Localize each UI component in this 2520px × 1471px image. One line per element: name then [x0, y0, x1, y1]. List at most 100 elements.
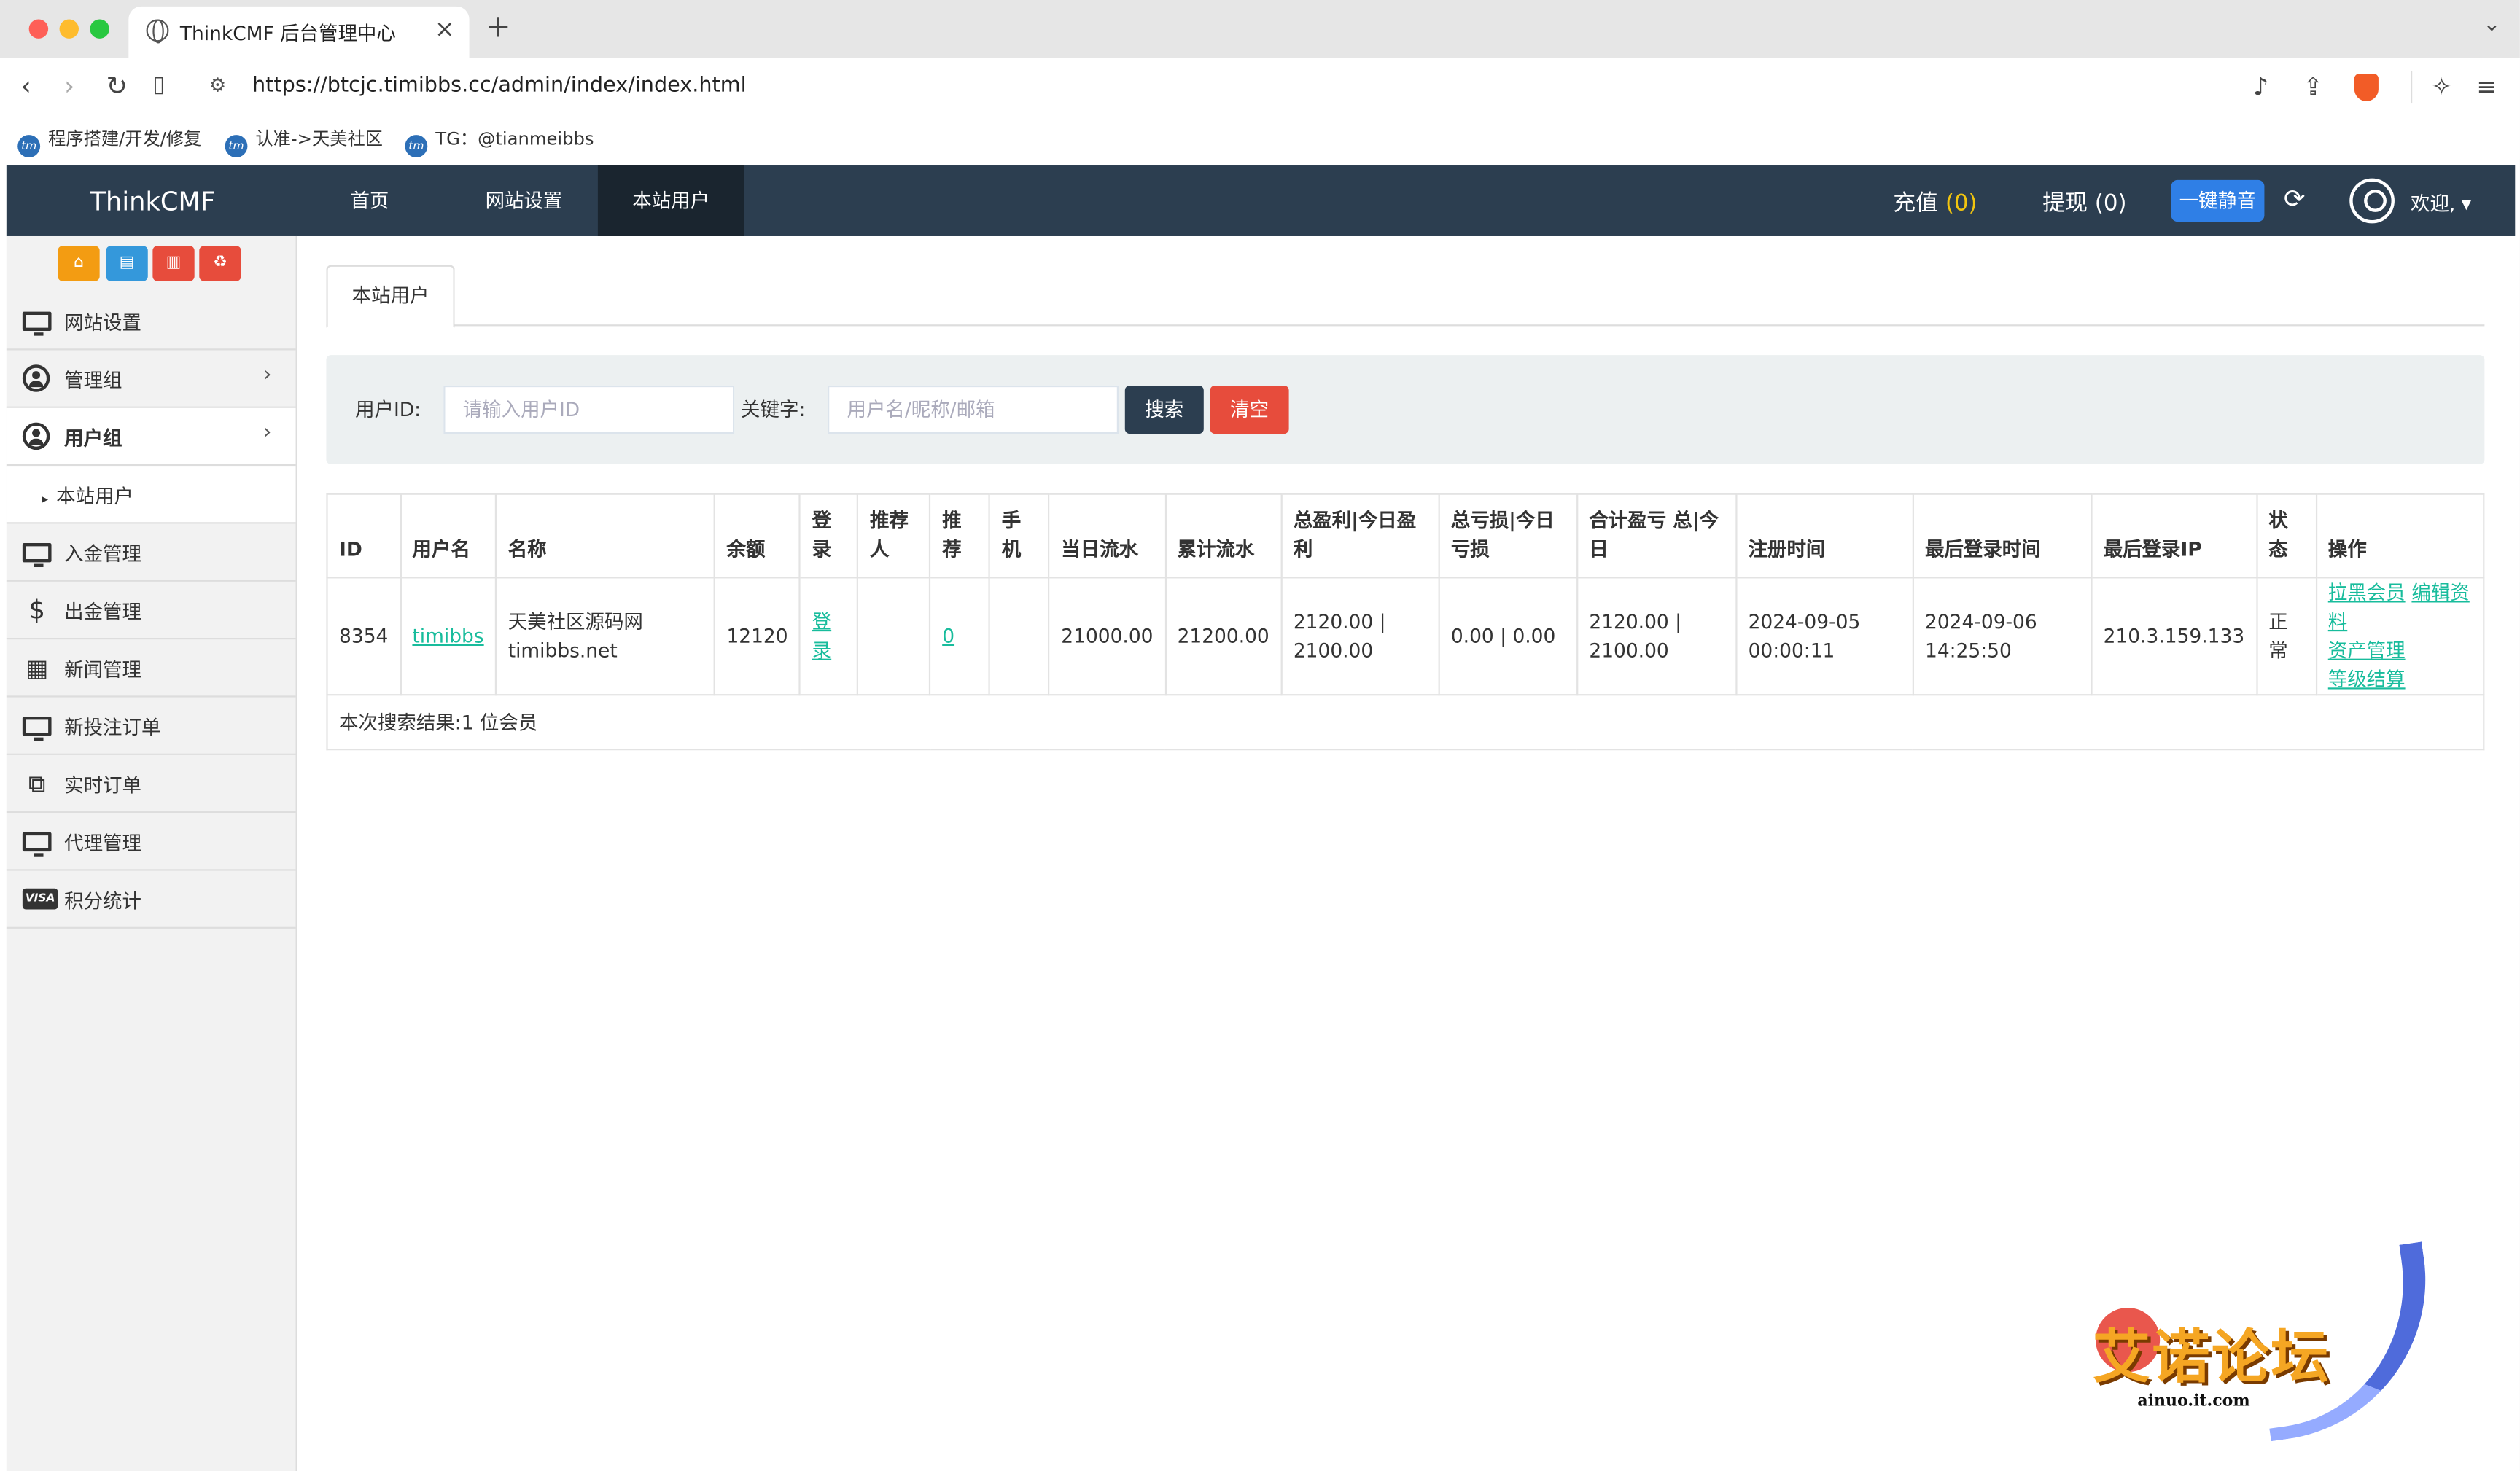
- col-register-time: 注册时间: [1735, 493, 1914, 579]
- clear-button[interactable]: 清空: [1210, 385, 1289, 434]
- reload-icon[interactable]: ↻: [106, 71, 128, 101]
- col-status: 状态: [2255, 493, 2317, 579]
- sidebar-item-agents[interactable]: 代理管理: [6, 813, 296, 871]
- sidebar-item-deposit[interactable]: 入金管理: [6, 524, 296, 582]
- col-phone: 手机: [989, 493, 1050, 579]
- bookmarks-bar: tm 程序搭建/开发/修复 tm 认准->天美社区 tm TG：@tianmeibbs: [0, 115, 2520, 160]
- table-footer-row: 本次搜索结果:1 位会员: [326, 694, 2485, 751]
- forward-icon[interactable]: ›: [64, 71, 74, 101]
- cell-status: 正常: [2255, 577, 2317, 696]
- chevron-right-icon: ›: [263, 421, 272, 445]
- monitor-icon: [22, 832, 52, 857]
- app-header: ThinkCMF 首页 网站设置 本站用户 充值 (0) 提现 (0) 一键静音…: [6, 165, 2516, 236]
- share-icon[interactable]: ⇪: [2303, 72, 2323, 101]
- brave-shield-icon[interactable]: [2354, 74, 2379, 101]
- col-username: 用户名: [399, 493, 497, 579]
- keyword-input[interactable]: [828, 385, 1119, 434]
- col-total-flow: 累计流水: [1164, 493, 1283, 579]
- asset-management-link[interactable]: 资产管理: [2328, 639, 2406, 662]
- nav-site-users[interactable]: 本站用户: [597, 165, 744, 236]
- sidebar-subitem-site-users[interactable]: ▸ 本站用户: [6, 466, 296, 524]
- recharge-counter[interactable]: 充值 (0): [1893, 187, 1977, 219]
- referrals-link[interactable]: 0: [942, 625, 954, 647]
- cell-name: 天美社区源码网timibbs.net: [495, 577, 716, 696]
- dollar-icon: $: [28, 594, 45, 625]
- col-last-login-ip: 最后登录IP: [2091, 493, 2258, 579]
- caret-right-icon: ▸: [42, 491, 49, 507]
- bookmark-item[interactable]: tm 认准->天美社区: [225, 125, 383, 157]
- monitor-icon: [22, 716, 52, 741]
- menu-icon[interactable]: ≡: [2476, 72, 2497, 101]
- music-icon[interactable]: ♪: [2253, 72, 2268, 101]
- sidebar-item-news[interactable]: ▦ 新闻管理: [6, 639, 296, 698]
- bookmark-icon[interactable]: ▯: [152, 72, 165, 98]
- cell-total-flow: 21200.00: [1164, 577, 1283, 696]
- cell-referrer: [857, 577, 931, 696]
- blacklist-link[interactable]: 拉黑会员: [2328, 582, 2406, 604]
- cell-last-login-time: 2024-09-06 14:25:50: [1912, 577, 2093, 696]
- search-button[interactable]: 搜索: [1124, 385, 1204, 434]
- sidebar-item-points[interactable]: VISA 积分统计: [6, 871, 296, 929]
- bookmark-item[interactable]: tm TG：@tianmeibbs: [405, 125, 594, 157]
- cell-profit: 2120.00 | 2100.00: [1280, 577, 1440, 696]
- sidebar-item-site-settings[interactable]: 网站设置: [6, 292, 296, 351]
- mute-all-button[interactable]: 一键静音: [2171, 179, 2265, 222]
- col-loss: 总亏损|今日亏损: [1438, 493, 1578, 579]
- sparkle-icon[interactable]: ✧: [2432, 72, 2452, 101]
- col-referrer: 推荐人: [857, 493, 931, 579]
- brand-logo[interactable]: ThinkCMF: [90, 187, 215, 217]
- col-net: 合计盈亏 总|今日: [1576, 493, 1738, 579]
- sidebar-item-withdraw[interactable]: $ 出金管理: [6, 582, 296, 640]
- cell-actions: 拉黑会员 编辑资料 资产管理 等级结算: [2315, 577, 2485, 696]
- browser-tab-bar: ThinkCMF 后台管理中心 × + ⌄: [0, 0, 2520, 58]
- col-balance: 余额: [713, 493, 801, 579]
- withdraw-counter[interactable]: 提现 (0): [2042, 187, 2126, 219]
- browser-tab[interactable]: ThinkCMF 后台管理中心 ×: [128, 6, 470, 58]
- bookmark-item[interactable]: tm 程序搭建/开发/修复: [18, 125, 201, 157]
- col-name: 名称: [495, 493, 716, 579]
- tab-title: ThinkCMF 后台管理中心: [179, 22, 396, 45]
- table-row: 8354 timibbs 天美社区源码网timibbs.net 12120 登录…: [326, 577, 2485, 696]
- sidebar-item-user-group[interactable]: 用户组 ›: [6, 407, 296, 467]
- sidebar-item-new-orders[interactable]: 新投注订单: [6, 698, 296, 755]
- file-icon[interactable]: ▤: [106, 246, 148, 281]
- cell-register-time: 2024-09-05 00:00:11: [1735, 577, 1914, 696]
- cell-last-login-ip: 210.3.159.133: [2091, 577, 2258, 696]
- close-tab-icon[interactable]: ×: [435, 15, 455, 44]
- user-id-input[interactable]: [443, 385, 735, 434]
- chevron-down-icon[interactable]: ⌄: [2483, 13, 2500, 37]
- nav-home[interactable]: 首页: [324, 165, 414, 236]
- level-settlement-link[interactable]: 等级结算: [2328, 668, 2406, 691]
- favicon-icon: tm: [18, 135, 41, 157]
- windows-icon: ⧉: [28, 769, 46, 799]
- user-menu[interactable]: 欢迎, ▾: [2411, 190, 2471, 216]
- trash-icon[interactable]: ▥: [152, 246, 195, 281]
- recycle-icon[interactable]: ♻: [199, 246, 241, 281]
- maximize-window-button[interactable]: [90, 19, 109, 39]
- user-circle-icon: [22, 422, 50, 450]
- cell-phone: [989, 577, 1050, 696]
- refresh-icon[interactable]: ⟳: [2284, 183, 2306, 214]
- col-id: ID: [326, 493, 401, 579]
- globe-icon: [146, 19, 169, 44]
- sidebar-item-admin-group[interactable]: 管理组 ›: [6, 350, 296, 408]
- back-icon[interactable]: ‹: [21, 71, 31, 101]
- monitor-icon: [22, 542, 52, 568]
- login-link[interactable]: 登录: [812, 611, 831, 663]
- username-link[interactable]: timibbs: [412, 625, 483, 647]
- sidebar-item-live-orders[interactable]: ⧉ 实时订单: [6, 755, 296, 813]
- tab-site-users[interactable]: 本站用户: [326, 265, 455, 328]
- new-tab-icon[interactable]: +: [486, 9, 511, 44]
- newspaper-icon: ▦: [26, 654, 49, 683]
- nav-site-settings[interactable]: 网站设置: [463, 165, 586, 236]
- url-field[interactable]: https://btcjc.timibbs.cc/admin/index/ind…: [252, 74, 747, 98]
- chevron-right-icon: ›: [263, 363, 272, 388]
- site-settings-icon[interactable]: ⚙: [209, 74, 227, 96]
- cell-daily-flow: 21000.00: [1048, 577, 1167, 696]
- avatar[interactable]: [2349, 178, 2395, 224]
- home-icon[interactable]: ⌂: [58, 246, 100, 281]
- user-circle-icon: [22, 364, 50, 392]
- close-window-button[interactable]: [28, 19, 49, 39]
- minimize-window-button[interactable]: [59, 19, 79, 39]
- favicon-icon: tm: [405, 135, 428, 157]
